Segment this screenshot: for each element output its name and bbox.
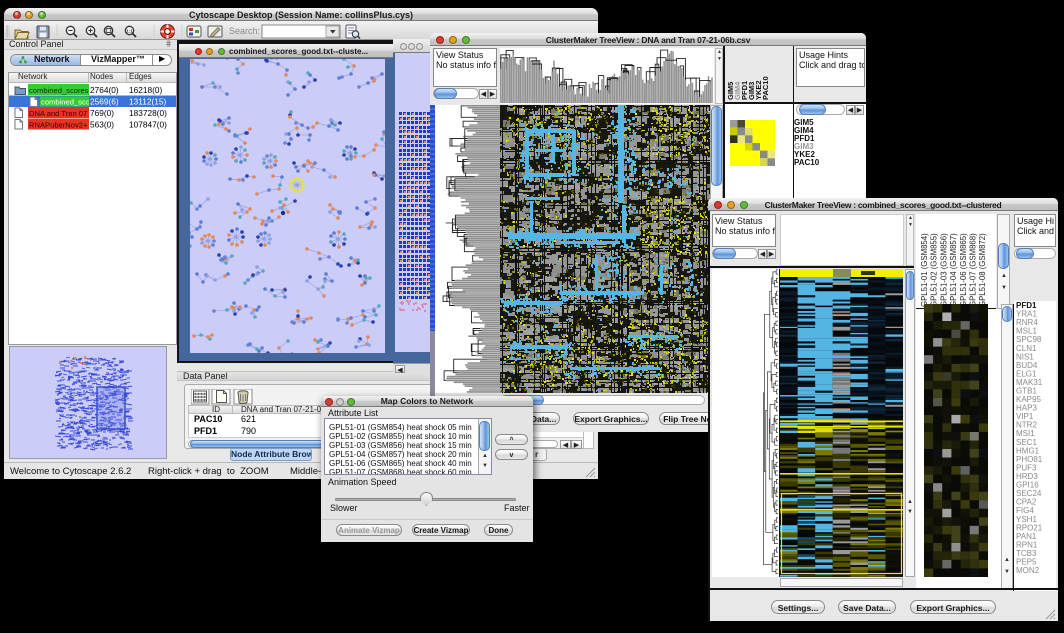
- svg-text:16218(0): 16218(0): [129, 85, 162, 95]
- svg-text:GPL51-02 (GSM855): GPL51-02 (GSM855): [930, 233, 939, 307]
- svg-text:combined_scores_: combined_scores_: [29, 86, 94, 95]
- svg-text:1:1: 1:1: [126, 28, 133, 33]
- svg-text:13112(15): 13112(15): [129, 97, 166, 107]
- svg-text:183728(0): 183728(0): [129, 108, 167, 118]
- svg-text:563(0): 563(0): [90, 120, 114, 130]
- svg-text:GPL51-04 (GSM857): GPL51-04 (GSM857): [949, 233, 958, 307]
- svg-text:GPL51-06 (GSM865): GPL51-06 (GSM865): [959, 233, 968, 307]
- svg-text:2764(0): 2764(0): [90, 85, 119, 95]
- svg-text:769(0): 769(0): [90, 108, 114, 118]
- svg-text:2569(6): 2569(6): [90, 97, 119, 107]
- svg-text:MON2: MON2: [1016, 566, 1040, 575]
- svg-text:PAC10: PAC10: [761, 76, 770, 100]
- svg-text:Search:: Search:: [229, 26, 260, 36]
- svg-text:GPL51-08 (GSM872): GPL51-08 (GSM872): [978, 233, 987, 307]
- svg-text:combined_sco: combined_sco: [41, 98, 90, 107]
- svg-text:GPL51-07 (GSM868): GPL51-07 (GSM868): [969, 233, 978, 307]
- svg-text:GPL51-01 (GSM854): GPL51-01 (GSM854): [920, 233, 929, 307]
- svg-text:107847(0): 107847(0): [129, 120, 167, 130]
- svg-text:DNA and Tran 07: DNA and Tran 07: [29, 109, 87, 118]
- svg-text:RNAPuberNov2+: RNAPuberNov2+: [29, 121, 88, 130]
- svg-text:GPL51-03 (GSM856): GPL51-03 (GSM856): [939, 233, 948, 307]
